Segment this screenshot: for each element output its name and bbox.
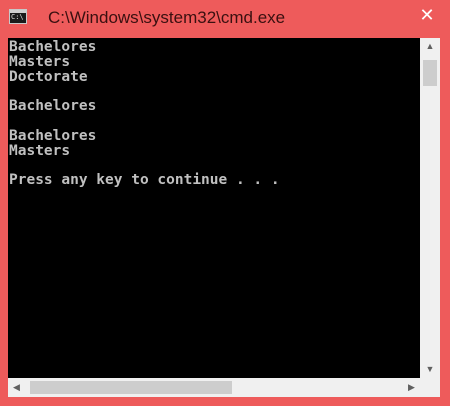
scroll-down-button[interactable]: ▼	[420, 361, 440, 378]
console-output-area[interactable]: Bachelores Masters Doctorate Bachelores …	[8, 38, 420, 378]
horizontal-scroll-thumb[interactable]	[30, 381, 232, 394]
close-icon: ✕	[419, 5, 435, 25]
vertical-scroll-thumb[interactable]	[423, 60, 437, 86]
arrow-down-icon: ▼	[425, 364, 435, 374]
window-title: C:\Windows\system32\cmd.exe	[48, 8, 286, 27]
arrow-up-icon: ▲	[425, 41, 435, 51]
cmd-icon[interactable]: C:\	[9, 9, 27, 24]
vertical-scrollbar[interactable]: ▲ ▼	[420, 38, 440, 378]
resize-grip[interactable]	[420, 378, 440, 397]
arrow-left-icon: ◀	[13, 382, 20, 392]
scroll-right-button[interactable]: ▶	[403, 378, 420, 397]
horizontal-scrollbar[interactable]: ◀ ▶	[8, 378, 420, 397]
scroll-left-button[interactable]: ◀	[8, 378, 25, 397]
console-text: Bachelores Masters Doctorate Bachelores …	[9, 39, 280, 189]
cmd-icon-glyph: C:\	[11, 13, 24, 21]
scroll-up-button[interactable]: ▲	[420, 38, 440, 55]
arrow-right-icon: ▶	[408, 382, 415, 392]
title-bar[interactable]: C:\ C:\Windows\system32\cmd.exe ✕	[0, 0, 450, 38]
close-button[interactable]: ✕	[404, 0, 450, 31]
cmd-window: C:\ C:\Windows\system32\cmd.exe ✕ Bachel…	[0, 0, 450, 406]
